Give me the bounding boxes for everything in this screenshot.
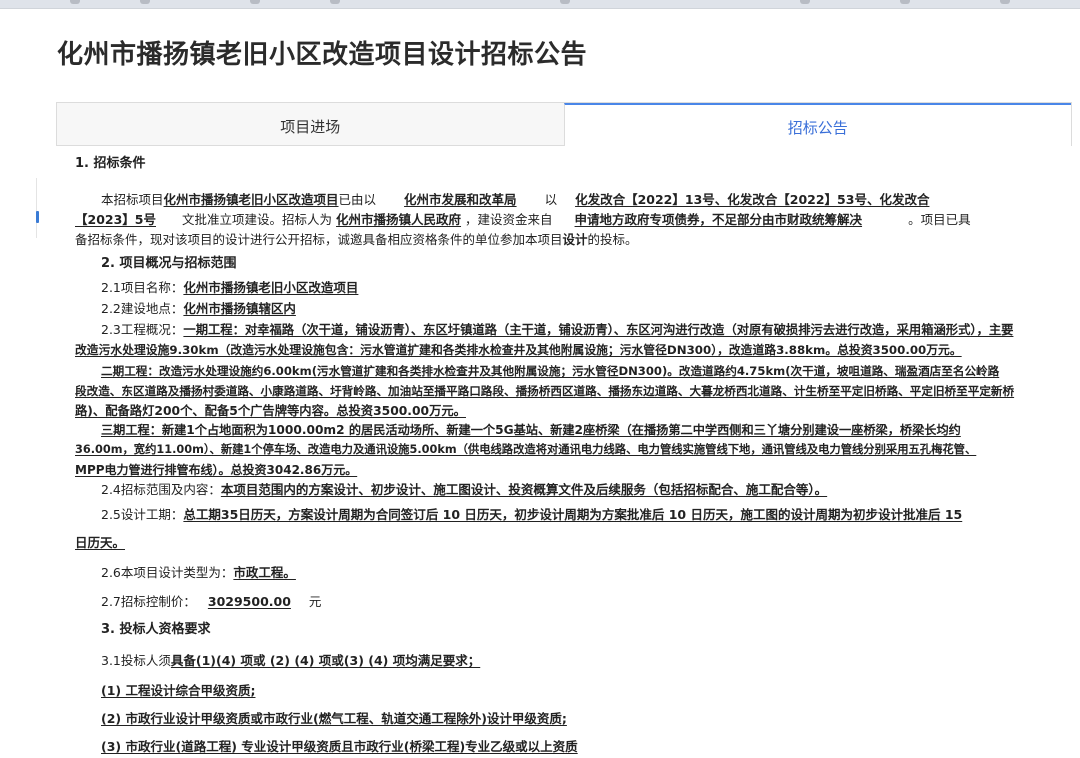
- page-title: 化州市播扬镇老旧小区改造项目设计招标公告: [57, 40, 588, 70]
- top-toolbar-marks: [0, 0, 1080, 6]
- qualification-item-1: (1) 工程设计综合甲级资质;: [101, 683, 256, 698]
- site-row: 2.2建设地点：化州市播扬镇辖区内: [101, 301, 296, 316]
- s1-line-3: 备招标条件，现对该项目的设计进行公开招标，诚邀具备相应资格条件的单位参加本项目设…: [75, 232, 638, 247]
- phase-2-line-1: 二期工程：改造污水处理设施约6.00km(污水管道扩建和各类排水检查井及其他附属…: [101, 364, 1000, 378]
- period-row-cont: 日历天。: [75, 535, 126, 550]
- qualification-item-3: (3) 市政行业(道路工程) 专业设计甲级资质且市政行业(桥梁工程)专业乙级或以…: [101, 739, 578, 754]
- tab-project-entry[interactable]: 项目进场: [57, 103, 564, 146]
- section-1-heading: 1. 招标条件: [75, 156, 146, 171]
- fund-source: 申请地方政府专项债券，不足部分由市财政统筹解决: [574, 212, 863, 227]
- scroll-track: [36, 178, 37, 238]
- scroll-indicator[interactable]: [36, 211, 39, 223]
- control-price: 3029500.00: [207, 594, 291, 609]
- phase-2-line-2: 段改造、东区道路及播扬村委道路、小康路道路、圩背岭路、加油站至播平路口路段、播扬…: [75, 384, 1015, 398]
- tenderer: 化州市播扬镇人民政府: [336, 212, 462, 227]
- scope-row: 2.4招标范围及内容：本项目范围内的方案设计、初步设计、施工图设计、投资概算文件…: [101, 482, 828, 497]
- tab-bar: 项目进场 招标公告: [56, 102, 1072, 146]
- phase-3-line-3: MPP电力管进行排管布线）。总投资3042.86万元。: [75, 463, 358, 477]
- project-name-row: 2.1项目名称：化州市播扬镇老旧小区改造项目: [101, 280, 359, 295]
- type-row: 2.6本项目设计类型为：市政工程。: [101, 565, 296, 580]
- phase-2-line-3: 路)、配备路灯200个、配备5个广告牌等内容。总投资3500.00万元。: [75, 404, 466, 418]
- phase-3-line-1: 三期工程：新建1个占地面积为1000.00m2 的居民活动场所、新建一个5G基站…: [101, 423, 961, 437]
- overview-row: 2.3工程概况：一期工程：对幸福路（次干道，铺设沥青）、东区圩镇道路（主干道，铺…: [101, 322, 1014, 337]
- tab-tender-notice[interactable]: 招标公告: [563, 103, 1071, 146]
- qualification-item-2: (2) 市政行业设计甲级资质或市政行业(燃气工程、轨道交通工程除外)设计甲级资质…: [101, 711, 567, 726]
- approval-authority: 化州市发展和改革局: [404, 192, 517, 207]
- section-3-heading: 3. 投标人资格要求: [101, 622, 211, 637]
- period-row: 2.5设计工期：总工期35日历天，方案设计周期为合同签订后 10 日历天，初步设…: [101, 507, 963, 522]
- phase-3-line-2: 36.00m，宽约11.00m）、新建1个停车场、改造电力及通讯设施5.00km…: [75, 443, 977, 456]
- price-row: 2.7招标控制价： 3029500.00 元: [101, 594, 322, 609]
- qualification-row: 3.1投标人须具备(1)(4) 项或 (2) (4) 项或(3) (4) 项均满…: [101, 653, 481, 668]
- section-2-heading: 2. 项目概况与招标范围: [101, 256, 237, 271]
- approval-docs: 化发改合【2022】13号、化发改合【2022】53号、化发改合: [575, 192, 930, 207]
- s1-line-1: 本招标项目化州市播扬镇老旧小区改造项目已由以 化州市发展和改革局以化发改合【202…: [101, 190, 929, 211]
- project-name: 化州市播扬镇老旧小区改造项目: [163, 192, 339, 207]
- s1-line-2: 【2023】5号 文批准立项建设。招标人为 化州市播扬镇人民政府 ，建设资金来自 申请地…: [75, 212, 971, 227]
- phase-1-line-2: 改造污水处理设施9.30km（改造污水处理设施包含：污水管道扩建和各类排水检查井…: [75, 343, 962, 357]
- tab-divider: [56, 145, 564, 146]
